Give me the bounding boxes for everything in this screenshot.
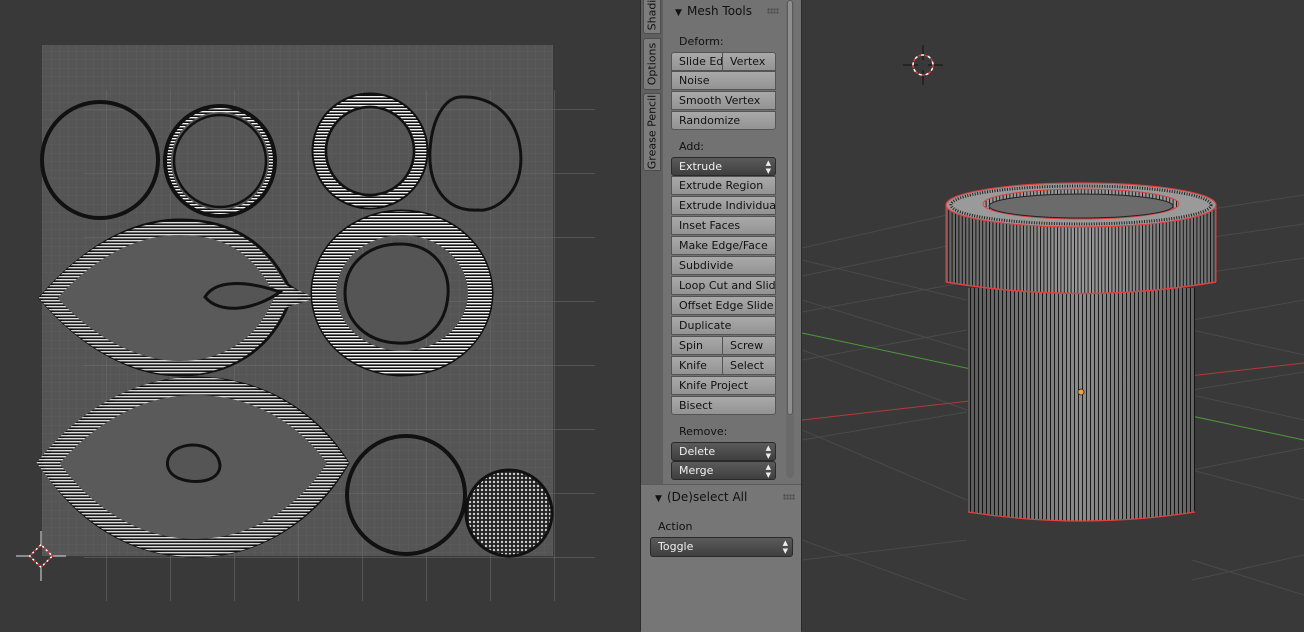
tab-shading[interactable]: Shadi — [643, 0, 661, 34]
tool-shelf: Shadi Options Grease Pencil ▼ Mesh Tools … — [640, 0, 802, 632]
triangle-down-icon: ▼ — [675, 8, 682, 18]
action-dropdown[interactable]: Toggle ▲ ▼ — [650, 537, 793, 557]
remove-label: Remove: — [679, 425, 728, 438]
mesh-object-cylinder[interactable] — [945, 182, 1217, 522]
3d-viewport[interactable] — [802, 0, 1304, 631]
grip-icon[interactable] — [767, 8, 779, 14]
uv-island-disc[interactable] — [464, 468, 554, 558]
action-label: Action — [658, 520, 693, 533]
randomize-button[interactable]: Randomize — [671, 111, 776, 130]
merge-menu[interactable]: Merge ▲ ▼ — [671, 461, 776, 480]
add-label: Add: — [679, 140, 705, 153]
extrude-individual-button[interactable]: Extrude Individual — [671, 196, 776, 215]
smooth-vertex-button[interactable]: Smooth Vertex — [671, 91, 776, 110]
vertex-slide-button[interactable]: Vertex — [722, 52, 776, 71]
mesh-tools-header[interactable]: ▼ Mesh Tools — [675, 0, 779, 22]
knife-button[interactable]: Knife — [671, 356, 723, 375]
object-origin-icon — [1077, 388, 1085, 396]
uv-canvas[interactable] — [0, 0, 640, 631]
tool-shelf-scrollbar[interactable] — [786, 0, 794, 480]
updown-arrows-icon: ▲ ▼ — [765, 444, 771, 460]
noise-button[interactable]: Noise — [671, 71, 776, 90]
viewport-canvas[interactable] — [802, 0, 1304, 631]
spin-button[interactable]: Spin — [671, 336, 723, 355]
tab-grease-pencil[interactable]: Grease Pencil — [643, 93, 661, 171]
inset-faces-button[interactable]: Inset Faces — [671, 216, 776, 235]
slide-edge-button[interactable]: Slide Ed — [671, 52, 723, 71]
grip-icon[interactable] — [783, 494, 795, 500]
tab-options[interactable]: Options — [643, 38, 661, 90]
knife-select-button[interactable]: Select — [722, 356, 776, 375]
deform-label: Deform: — [679, 35, 724, 48]
triangle-down-icon: ▼ — [655, 494, 662, 504]
updown-arrows-icon: ▲ ▼ — [782, 539, 788, 555]
scrollbar-thumb[interactable] — [787, 0, 793, 415]
offset-edge-slide-button[interactable]: Offset Edge Slide — [671, 296, 776, 315]
extrude-region-button[interactable]: Extrude Region — [671, 176, 776, 195]
redo-panel: ▼ (De)select All Action Toggle ▲ ▼ — [641, 484, 801, 632]
delete-menu[interactable]: Delete ▲ ▼ — [671, 442, 776, 461]
bisect-button[interactable]: Bisect — [671, 396, 776, 415]
3d-cursor-icon[interactable] — [903, 45, 943, 85]
make-edge-face-button[interactable]: Make Edge/Face — [671, 236, 776, 255]
deselect-all-header[interactable]: ▼ (De)select All — [655, 486, 795, 508]
knife-project-button[interactable]: Knife Project — [671, 376, 776, 395]
subdivide-button[interactable]: Subdivide — [671, 256, 776, 275]
duplicate-button[interactable]: Duplicate — [671, 316, 776, 335]
updown-arrows-icon: ▲ ▼ — [765, 159, 771, 175]
uv-image-editor[interactable] — [0, 0, 640, 631]
screw-button[interactable]: Screw — [722, 336, 776, 355]
extrude-menu[interactable]: Extrude ▲ ▼ — [671, 157, 776, 176]
updown-arrows-icon: ▲ ▼ — [765, 463, 771, 479]
loop-cut-and-slide-button[interactable]: Loop Cut and Slide — [671, 276, 776, 295]
